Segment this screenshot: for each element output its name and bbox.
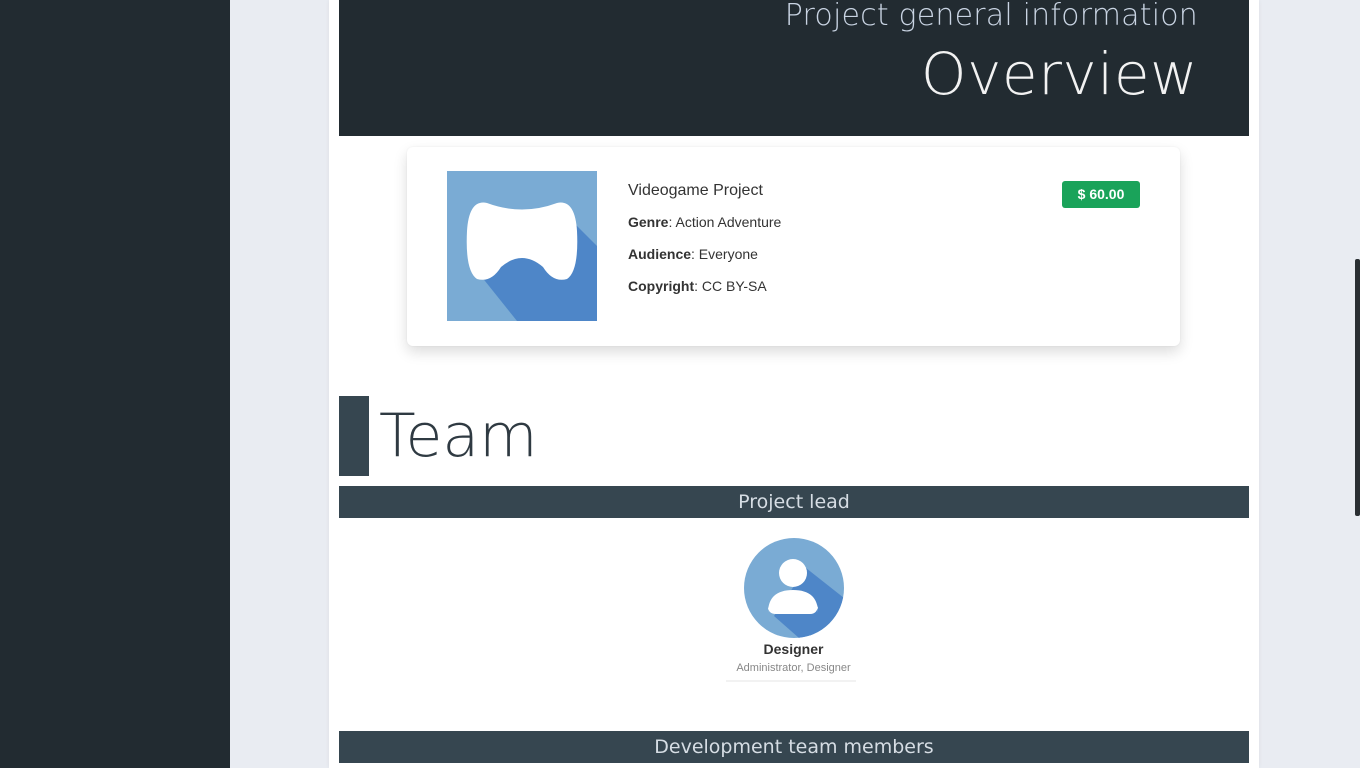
project-name: Videogame Project bbox=[628, 182, 763, 199]
development-team-header: Development team members bbox=[339, 731, 1249, 763]
project-genre: Genre: Action Adventure bbox=[628, 214, 782, 230]
copyright-value: CC BY-SA bbox=[701, 278, 767, 294]
team-title: Team bbox=[379, 401, 538, 471]
member-divider bbox=[726, 680, 856, 682]
audience-value: Everyone bbox=[698, 246, 758, 262]
project-copyright: Copyright: CC BY-SA bbox=[628, 278, 767, 294]
member-name: Designer bbox=[763, 641, 824, 657]
copyright-label: Copyright bbox=[628, 278, 695, 294]
team-title-accent bbox=[339, 396, 369, 476]
overview-header: Project general information Overview bbox=[339, 0, 1249, 136]
genre-value: Action Adventure bbox=[675, 214, 782, 230]
page-title: Overview bbox=[920, 40, 1198, 108]
scrollbar-thumb[interactable] bbox=[1355, 259, 1360, 516]
gamepad-icon bbox=[447, 171, 597, 321]
header-subtitle: Project general information bbox=[784, 0, 1198, 33]
project-audience: Audience: Everyone bbox=[628, 246, 758, 262]
project-card: Videogame Project Genre: Action Adventur… bbox=[407, 147, 1180, 346]
sidebar bbox=[0, 0, 230, 768]
genre-label: Genre bbox=[628, 214, 669, 230]
member-roles: Administrator, Designer bbox=[736, 662, 851, 674]
project-image bbox=[447, 171, 597, 321]
audience-label: Audience bbox=[628, 246, 692, 262]
team-member-card[interactable]: Designer Administrator, Designer bbox=[726, 538, 861, 684]
user-avatar-icon bbox=[744, 538, 844, 638]
price-badge: $ 60.00 bbox=[1062, 181, 1140, 208]
project-lead-header: Project lead bbox=[339, 486, 1249, 518]
